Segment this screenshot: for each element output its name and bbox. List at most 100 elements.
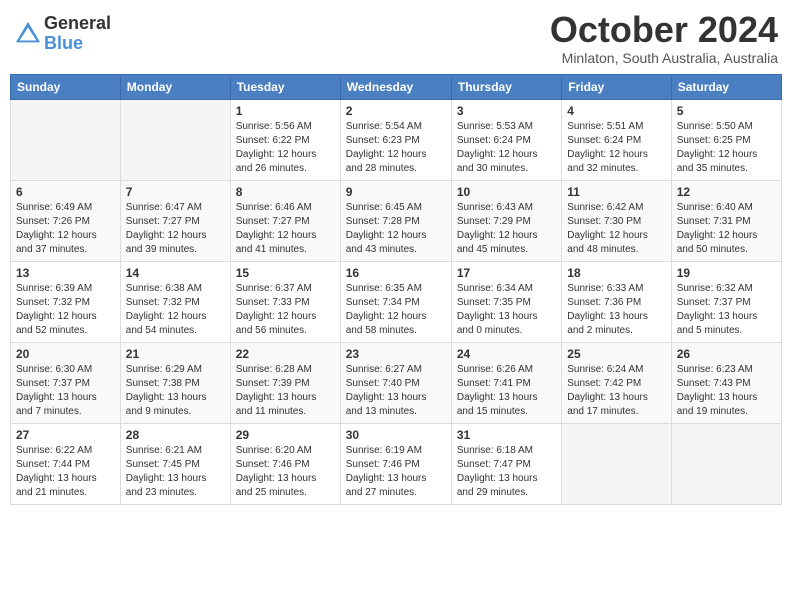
day-number: 30	[346, 428, 446, 442]
day-info: Sunrise: 6:29 AM Sunset: 7:38 PM Dayligh…	[126, 363, 225, 419]
day-info: Sunrise: 6:35 AM Sunset: 7:34 PM Dayligh…	[346, 282, 446, 338]
calendar-cell: 27 Sunrise: 6:22 AM Sunset: 7:44 PM Dayli…	[11, 423, 121, 504]
day-info: Sunrise: 6:22 AM Sunset: 7:44 PM Dayligh…	[16, 444, 115, 500]
calendar-cell: 20Sunrise: 6:30 AM Sunset: 7:37 PM Dayli…	[11, 342, 121, 423]
calendar-cell	[562, 423, 671, 504]
weekday-header-sunday: Sunday	[11, 74, 121, 99]
day-number: 23	[346, 347, 446, 361]
calendar-week-row: 13Sunrise: 6:39 AM Sunset: 7:32 PM Dayli…	[11, 261, 782, 342]
day-number: 19	[677, 266, 776, 280]
day-info: Sunrise: 6:46 AM Sunset: 7:27 PM Dayligh…	[236, 201, 335, 257]
day-number: 12	[677, 185, 776, 199]
day-info: Sunrise: 6:47 AM Sunset: 7:27 PM Dayligh…	[126, 201, 225, 257]
logo-icon	[14, 20, 42, 48]
calendar-cell: 29Sunrise: 6:20 AM Sunset: 7:46 PM Dayli…	[230, 423, 340, 504]
day-info: Sunrise: 6:43 AM Sunset: 7:29 PM Dayligh…	[457, 201, 556, 257]
calendar-cell: 25Sunrise: 6:24 AM Sunset: 7:42 PM Dayli…	[562, 342, 671, 423]
weekday-header-thursday: Thursday	[451, 74, 561, 99]
day-info: Sunrise: 5:56 AM Sunset: 6:22 PM Dayligh…	[236, 120, 335, 176]
calendar-week-row: 20Sunrise: 6:30 AM Sunset: 7:37 PM Dayli…	[11, 342, 782, 423]
calendar-week-row: 27 Sunrise: 6:22 AM Sunset: 7:44 PM Dayli…	[11, 423, 782, 504]
day-number: 9	[346, 185, 446, 199]
calendar-cell: 13Sunrise: 6:39 AM Sunset: 7:32 PM Dayli…	[11, 261, 121, 342]
day-number: 31	[457, 428, 556, 442]
logo: General Blue	[14, 14, 111, 54]
calendar-cell: 15 Sunrise: 6:37 AM Sunset: 7:33 PM Dayli…	[230, 261, 340, 342]
calendar-cell: 21 Sunrise: 6:29 AM Sunset: 7:38 PM Dayli…	[120, 342, 230, 423]
calendar-cell: 14 Sunrise: 6:38 AM Sunset: 7:32 PM Dayli…	[120, 261, 230, 342]
day-number: 1	[236, 104, 335, 118]
calendar-cell: 10 Sunrise: 6:43 AM Sunset: 7:29 PM Dayli…	[451, 180, 561, 261]
calendar-cell: 8Sunrise: 6:46 AM Sunset: 7:27 PM Daylig…	[230, 180, 340, 261]
day-number: 4	[567, 104, 665, 118]
day-number: 26	[677, 347, 776, 361]
calendar-cell: 2 Sunrise: 5:54 AM Sunset: 6:23 PM Daylig…	[340, 99, 451, 180]
day-info: Sunrise: 6:23 AM Sunset: 7:43 PM Dayligh…	[677, 363, 776, 419]
day-info: Sunrise: 5:51 AM Sunset: 6:24 PM Dayligh…	[567, 120, 665, 176]
logo-blue-text: Blue	[44, 34, 111, 54]
weekday-header-monday: Monday	[120, 74, 230, 99]
day-info: Sunrise: 6:33 AM Sunset: 7:36 PM Dayligh…	[567, 282, 665, 338]
day-info: Sunrise: 6:28 AM Sunset: 7:39 PM Dayligh…	[236, 363, 335, 419]
day-number: 14	[126, 266, 225, 280]
day-number: 7	[126, 185, 225, 199]
calendar-cell: 12 Sunrise: 6:40 AM Sunset: 7:31 PM Dayli…	[671, 180, 781, 261]
day-info: Sunrise: 6:37 AM Sunset: 7:33 PM Dayligh…	[236, 282, 335, 338]
calendar-cell: 28Sunrise: 6:21 AM Sunset: 7:45 PM Dayli…	[120, 423, 230, 504]
calendar-cell: 31 Sunrise: 6:18 AM Sunset: 7:47 PM Dayli…	[451, 423, 561, 504]
weekday-header-saturday: Saturday	[671, 74, 781, 99]
day-info: Sunrise: 6:39 AM Sunset: 7:32 PM Dayligh…	[16, 282, 115, 338]
calendar-cell: 19Sunrise: 6:32 AM Sunset: 7:37 PM Dayli…	[671, 261, 781, 342]
calendar-cell: 22 Sunrise: 6:28 AM Sunset: 7:39 PM Dayli…	[230, 342, 340, 423]
weekday-header-friday: Friday	[562, 74, 671, 99]
weekday-header-tuesday: Tuesday	[230, 74, 340, 99]
day-number: 16	[346, 266, 446, 280]
calendar-table: SundayMondayTuesdayWednesdayThursdayFrid…	[10, 74, 782, 505]
calendar-cell: 4 Sunrise: 5:51 AM Sunset: 6:24 PM Daylig…	[562, 99, 671, 180]
logo-general-text: General	[44, 14, 111, 34]
day-number: 21	[126, 347, 225, 361]
day-number: 2	[346, 104, 446, 118]
day-info: Sunrise: 6:26 AM Sunset: 7:41 PM Dayligh…	[457, 363, 556, 419]
page-header: General Blue October 2024 Minlaton, Sout…	[10, 10, 782, 66]
day-number: 11	[567, 185, 665, 199]
calendar-week-row: 6 Sunrise: 6:49 AM Sunset: 7:26 PM Daylig…	[11, 180, 782, 261]
day-info: Sunrise: 6:40 AM Sunset: 7:31 PM Dayligh…	[677, 201, 776, 257]
title-block: October 2024 Minlaton, South Australia, …	[550, 10, 778, 66]
day-info: Sunrise: 6:49 AM Sunset: 7:26 PM Dayligh…	[16, 201, 115, 257]
day-info: Sunrise: 5:53 AM Sunset: 6:24 PM Dayligh…	[457, 120, 556, 176]
day-info: Sunrise: 6:27 AM Sunset: 7:40 PM Dayligh…	[346, 363, 446, 419]
day-info: Sunrise: 6:45 AM Sunset: 7:28 PM Dayligh…	[346, 201, 446, 257]
calendar-week-row: 1 Sunrise: 5:56 AM Sunset: 6:22 PM Daylig…	[11, 99, 782, 180]
day-info: Sunrise: 6:24 AM Sunset: 7:42 PM Dayligh…	[567, 363, 665, 419]
calendar-cell: 1 Sunrise: 5:56 AM Sunset: 6:22 PM Daylig…	[230, 99, 340, 180]
day-number: 5	[677, 104, 776, 118]
calendar-cell: 23 Sunrise: 6:27 AM Sunset: 7:40 PM Dayli…	[340, 342, 451, 423]
calendar-cell: 5Sunrise: 5:50 AM Sunset: 6:25 PM Daylig…	[671, 99, 781, 180]
calendar-cell	[120, 99, 230, 180]
calendar-cell	[11, 99, 121, 180]
day-number: 24	[457, 347, 556, 361]
day-info: Sunrise: 6:42 AM Sunset: 7:30 PM Dayligh…	[567, 201, 665, 257]
day-info: Sunrise: 6:21 AM Sunset: 7:45 PM Dayligh…	[126, 444, 225, 500]
day-info: Sunrise: 6:20 AM Sunset: 7:46 PM Dayligh…	[236, 444, 335, 500]
calendar-cell: 17 Sunrise: 6:34 AM Sunset: 7:35 PM Dayli…	[451, 261, 561, 342]
day-number: 27	[16, 428, 115, 442]
day-info: Sunrise: 6:18 AM Sunset: 7:47 PM Dayligh…	[457, 444, 556, 500]
day-number: 6	[16, 185, 115, 199]
calendar-cell: 7 Sunrise: 6:47 AM Sunset: 7:27 PM Daylig…	[120, 180, 230, 261]
day-number: 15	[236, 266, 335, 280]
day-info: Sunrise: 6:38 AM Sunset: 7:32 PM Dayligh…	[126, 282, 225, 338]
calendar-cell: 11 Sunrise: 6:42 AM Sunset: 7:30 PM Dayli…	[562, 180, 671, 261]
day-info: Sunrise: 6:34 AM Sunset: 7:35 PM Dayligh…	[457, 282, 556, 338]
calendar-cell: 26 Sunrise: 6:23 AM Sunset: 7:43 PM Dayli…	[671, 342, 781, 423]
location-subtitle: Minlaton, South Australia, Australia	[550, 50, 778, 66]
day-info: Sunrise: 6:19 AM Sunset: 7:46 PM Dayligh…	[346, 444, 446, 500]
day-info: Sunrise: 5:54 AM Sunset: 6:23 PM Dayligh…	[346, 120, 446, 176]
calendar-cell: 24 Sunrise: 6:26 AM Sunset: 7:41 PM Dayli…	[451, 342, 561, 423]
day-number: 10	[457, 185, 556, 199]
calendar-cell	[671, 423, 781, 504]
day-number: 18	[567, 266, 665, 280]
day-number: 17	[457, 266, 556, 280]
day-number: 22	[236, 347, 335, 361]
